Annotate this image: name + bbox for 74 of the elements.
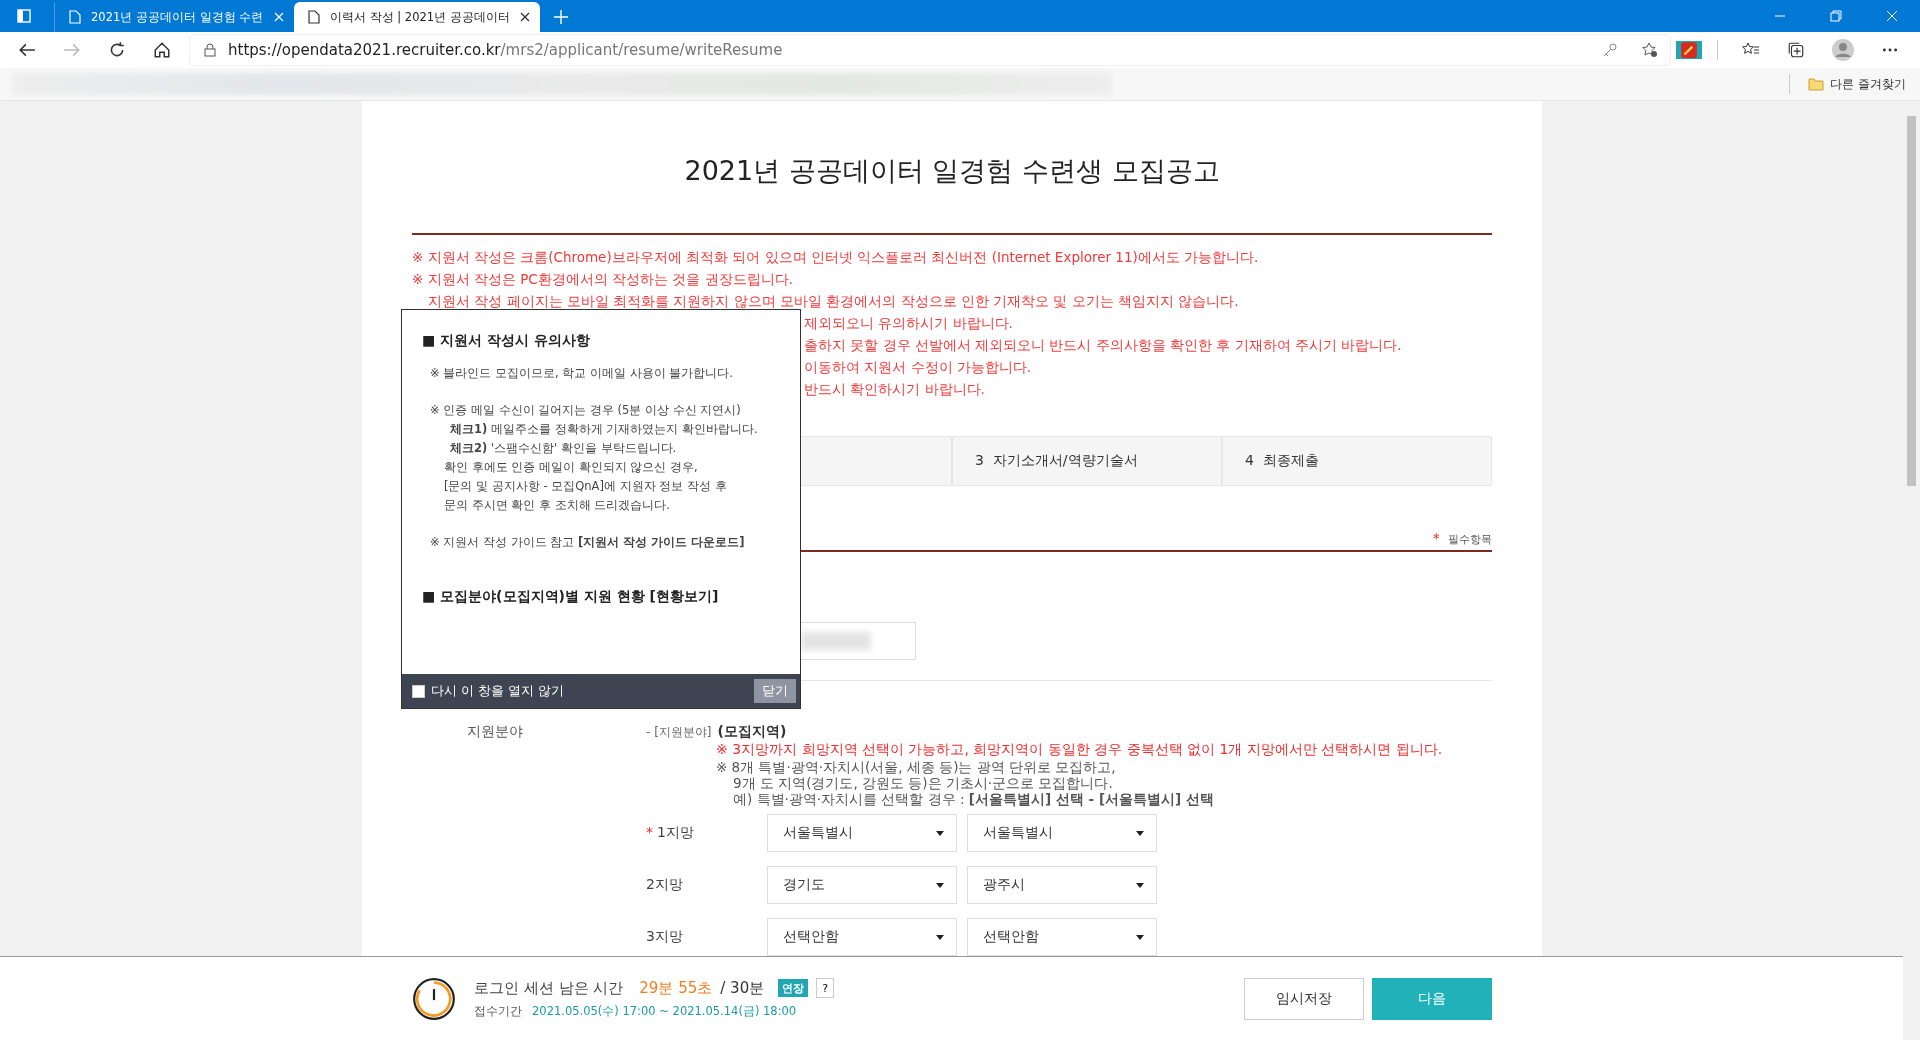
field-prefix: - [지원분야] bbox=[646, 724, 712, 741]
timer-icon bbox=[412, 976, 456, 1021]
choice-label: 1지망 bbox=[657, 824, 694, 840]
notice-text: 이동하여 지원서 수정이 가능합니다. bbox=[804, 358, 1032, 377]
page-title: 2021년 공공데이터 일경험 수련생 모집공고 bbox=[683, 154, 1221, 188]
required-mark-text: * bbox=[646, 824, 653, 840]
input-field[interactable] bbox=[800, 622, 916, 660]
required-note: 필수항목 bbox=[1448, 533, 1492, 546]
close-tab-icon[interactable] bbox=[519, 12, 530, 22]
period-label: 접수기간 bbox=[474, 1004, 522, 1019]
field-label: 지원분야 bbox=[466, 723, 524, 741]
remaining-time: 29분 55초 bbox=[639, 978, 713, 998]
select-dropdown[interactable]: 광주시 bbox=[967, 866, 1157, 904]
choice-label: 2지망 bbox=[646, 876, 683, 892]
select-dropdown[interactable]: 경기도 bbox=[767, 866, 957, 904]
select-dropdown[interactable]: 선택안함 bbox=[767, 918, 957, 956]
close-icon[interactable] bbox=[1886, 10, 1898, 22]
popup-text: 확인 후에도 인증 메일이 확인되지 않으신 경우, bbox=[443, 459, 699, 476]
notice-text: ※ 지원서 작성은 PC환경에서의 작성하는 것을 권장드립니다. bbox=[412, 270, 794, 289]
step-tab[interactable]: 3 자기소개서/역량기술서 bbox=[952, 436, 1222, 486]
help-button[interactable]: ? bbox=[816, 978, 835, 998]
caret-icon bbox=[1136, 934, 1144, 940]
session-label: 로그인 세션 남은 시간 bbox=[474, 978, 624, 998]
star-add-icon[interactable] bbox=[1642, 42, 1658, 58]
note-text: 예) 특별·광역·자치시를 선택할 경우 : [서울특별시] 선택 - [서울특별시] 선택 bbox=[732, 791, 1215, 807]
select-dropdown[interactable]: 선택안함 bbox=[967, 918, 1157, 956]
note-text: ※ 8개 특별·광역·자치시(서울, 세종 등)는 광역 단위로 모집하고, bbox=[715, 759, 1117, 775]
select-dropdown[interactable]: 서울특별시 bbox=[967, 814, 1157, 852]
popup-heading: ■ 모집분야(모집지역)별 지원 현황 [현황보기] bbox=[422, 588, 720, 606]
notice-text: 출하지 못할 경우 선발에서 제외되오니 반드시 주의사항을 확인한 후 기재하여 주시기 바랍니다. bbox=[804, 336, 1402, 355]
page-icon bbox=[69, 10, 81, 24]
popup-text: ※ 블라인드 모집이므로, 학교 이메일 사용이 불가합니다. bbox=[429, 365, 734, 382]
choice-label: 3지망 bbox=[646, 928, 683, 944]
dont-show-checkbox[interactable]: 다시 이 창을 열지 않기 bbox=[412, 682, 564, 700]
extension-icon[interactable] bbox=[1676, 41, 1702, 59]
popup-text: 문의 주시면 확인 후 조치해 드리겠습니다. bbox=[443, 497, 671, 514]
bookmark-folder[interactable]: 다른 즐겨찾기 bbox=[1830, 75, 1906, 93]
address-bar[interactable]: https://opendata2021.recruiter.co.kr/mrs2/applicant/resume/writeResume bbox=[190, 35, 1670, 65]
field-title: (모집지역) bbox=[717, 723, 787, 741]
popup-heading: ■ 지원서 작성시 유의사항 bbox=[422, 332, 591, 350]
caret-icon bbox=[1136, 882, 1144, 888]
new-tab-icon[interactable] bbox=[553, 10, 568, 24]
popup-text: 체크2) '스팸수신함' 확인을 부탁드립니다. bbox=[449, 440, 678, 457]
home-icon[interactable] bbox=[153, 41, 171, 59]
page-icon bbox=[308, 10, 320, 24]
save-draft-button[interactable]: 임시저장 bbox=[1244, 977, 1364, 1020]
caret-icon bbox=[936, 830, 944, 836]
notice-text: 제외되오니 유의하시기 바랍니다. bbox=[804, 314, 1013, 333]
warning-text: ※ 3지망까지 희망지역 선택이 가능하고, 희망지역이 동일한 경우 중복선택 없이 1개 지망에서만 선택하시면 됩니다. bbox=[715, 741, 1444, 759]
caret-icon bbox=[936, 934, 944, 940]
refresh-icon[interactable] bbox=[108, 41, 126, 59]
restore-icon[interactable] bbox=[1830, 10, 1842, 22]
total-time: / 30분 bbox=[720, 978, 765, 998]
select-dropdown[interactable]: 서울특별시 bbox=[767, 814, 957, 852]
caret-icon bbox=[936, 882, 944, 888]
browser-tab[interactable]: 이력서 작성 | 2021년 공공데이터 bbox=[294, 2, 540, 32]
notice-text: 반드시 확인하시기 바랍니다. bbox=[804, 380, 985, 399]
back-icon[interactable] bbox=[18, 41, 36, 59]
key-icon[interactable] bbox=[1602, 42, 1618, 58]
caret-icon bbox=[1136, 830, 1144, 836]
popup-text: ※ 지원서 작성 가이드 참고 [지원서 작성 가이드 다운로드] bbox=[429, 534, 746, 551]
lock-icon bbox=[204, 43, 216, 57]
required-mark-text: * bbox=[1432, 530, 1440, 546]
collections-icon[interactable] bbox=[1787, 41, 1805, 59]
popup-text: ※ 인증 메일 수신이 길어지는 경우 (5분 이상 수신 지연시) bbox=[429, 402, 742, 419]
notice-text: ※ 지원서 작성은 크롬(Chrome)브라우저에 최적화 되어 있으며 인터넷 익스플로러 최신버전 (Internet Explorer 11)에서도 가능합니다. bbox=[412, 248, 1260, 267]
popup-text: 체크1) 메일주소를 정확하게 기재하였는지 확인바랍니다. bbox=[449, 421, 759, 438]
period-text: 2021.05.05(수) 17:00 ~ 2021.05.14(금) 18:00 bbox=[532, 1004, 797, 1019]
tab-actions-icon[interactable] bbox=[16, 8, 32, 24]
profile-avatar-icon[interactable] bbox=[1832, 39, 1854, 61]
step-tab[interactable]: 4 최종제출 bbox=[1222, 436, 1492, 486]
note-text: 9개 도 지역(경기도, 강원도 등)은 기초시·군으로 모집합니다. bbox=[732, 775, 1114, 791]
popup-text: [문의 및 공지사항 - 모집QnA]에 지원자 정보 작성 후 bbox=[443, 478, 728, 495]
notice-text: 지원서 작성 페이지는 모바일 최적화를 지원하지 않으며 모바일 환경에서의 작성으로 인한 기재착오 및 오기는 책임지지 않습니다. bbox=[427, 292, 1240, 311]
